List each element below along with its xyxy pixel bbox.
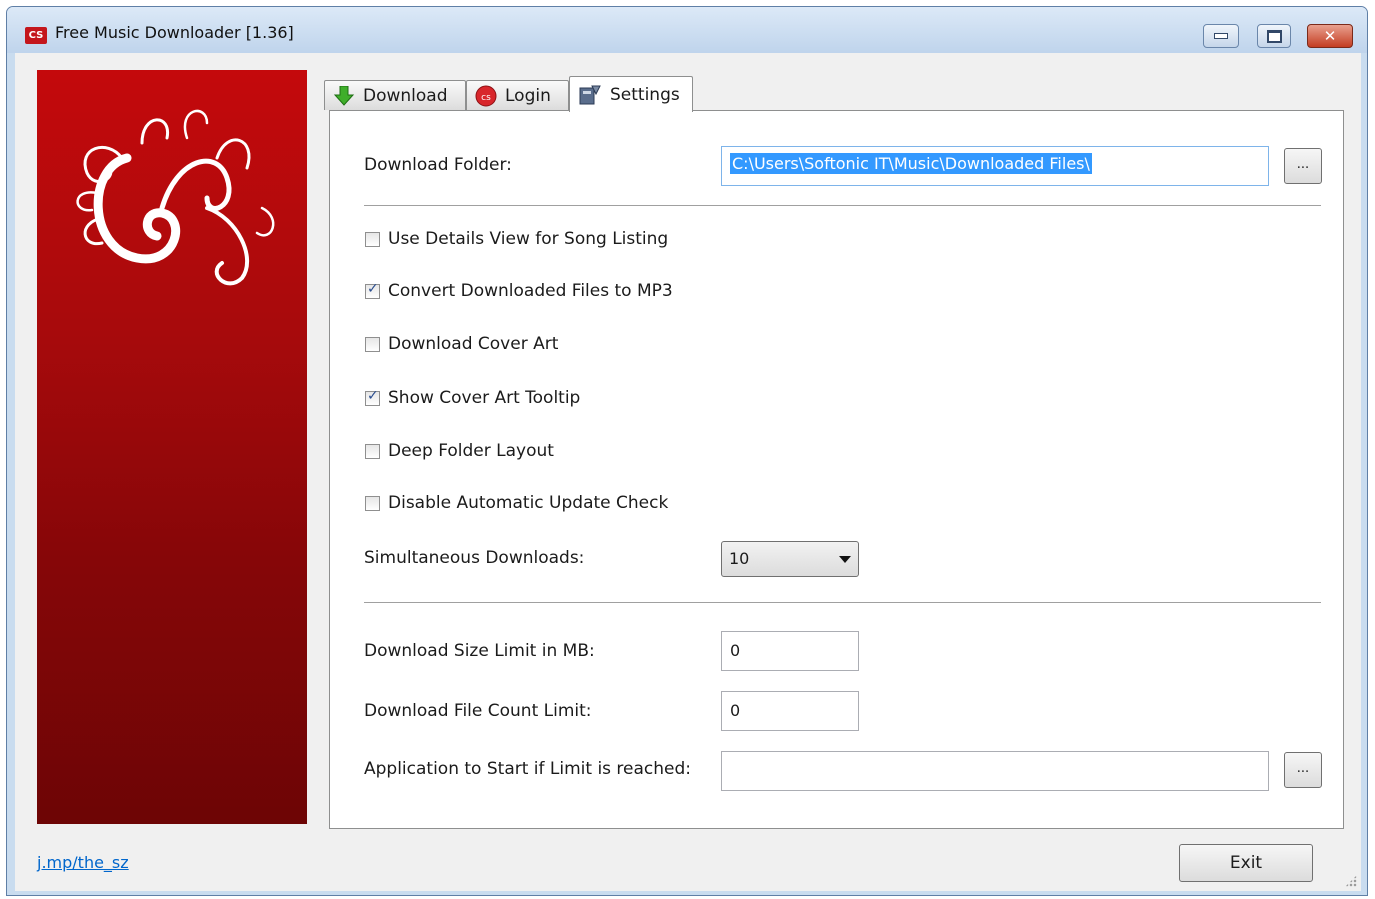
count-limit-input[interactable]: 0 xyxy=(721,691,859,731)
tab-settings[interactable]: Settings xyxy=(569,76,693,112)
separator xyxy=(364,602,1321,604)
resize-grip-icon[interactable] xyxy=(1345,875,1357,887)
checkbox-deep-folder[interactable]: Deep Folder Layout xyxy=(365,441,554,461)
settings-panel: Download Folder: C:\Users\Softonic IT\Mu… xyxy=(329,110,1344,829)
checkbox-label: Use Details View for Song Listing xyxy=(388,229,669,249)
tab-download[interactable]: Download xyxy=(324,80,466,110)
checkbox-label: Download Cover Art xyxy=(388,334,559,354)
size-limit-input[interactable]: 0 xyxy=(721,631,859,671)
settings-icon xyxy=(579,85,601,104)
svg-text:cs: cs xyxy=(481,93,491,103)
checkbox-disable-update[interactable]: Disable Automatic Update Check xyxy=(365,493,668,513)
minimize-button[interactable] xyxy=(1203,24,1239,48)
browse-folder-button[interactable]: ... xyxy=(1284,148,1322,184)
checkbox-box[interactable] xyxy=(365,495,380,511)
checkbox-box[interactable] xyxy=(365,281,380,299)
minimize-icon xyxy=(1214,33,1228,39)
exit-button[interactable]: Exit xyxy=(1179,844,1313,882)
checkbox-label: Deep Folder Layout xyxy=(388,441,554,461)
checkbox-label: Disable Automatic Update Check xyxy=(388,493,669,513)
browse-app-button[interactable]: ... xyxy=(1284,752,1322,788)
simultaneous-downloads-label: Simultaneous Downloads: xyxy=(364,548,585,568)
checkbox-cover-art[interactable]: Download Cover Art xyxy=(365,334,558,354)
checkbox-box[interactable] xyxy=(365,443,380,459)
tab-login[interactable]: cs Login xyxy=(466,80,569,110)
checkbox-box[interactable] xyxy=(365,336,380,352)
checkbox-box[interactable] xyxy=(365,388,380,406)
checkbox-details-view[interactable]: Use Details View for Song Listing xyxy=(365,229,668,249)
simultaneous-downloads-value: 10 xyxy=(729,549,750,568)
download-folder-input[interactable]: C:\Users\Softonic IT\Music\Downloaded Fi… xyxy=(721,146,1269,186)
checkbox-convert-mp3[interactable]: Convert Downloaded Files to MP3 xyxy=(365,281,673,301)
close-button[interactable]: ✕ xyxy=(1307,24,1353,48)
website-link[interactable]: j.mp/the_sz xyxy=(37,853,129,872)
download-arrow-icon xyxy=(333,85,355,106)
login-icon: cs xyxy=(475,85,497,106)
download-folder-value: C:\Users\Softonic IT\Music\Downloaded Fi… xyxy=(730,153,1092,174)
count-limit-label: Download File Count Limit: xyxy=(364,701,592,721)
window-title: Free Music Downloader [1.36] xyxy=(55,23,294,42)
checkbox-label: Show Cover Art Tooltip xyxy=(388,388,581,408)
checkbox-label: Convert Downloaded Files to MP3 xyxy=(388,281,673,301)
client-area: Download cs Login Settings Download Fold… xyxy=(15,53,1361,891)
app-start-label: Application to Start if Limit is reached… xyxy=(364,759,692,779)
app-start-input[interactable] xyxy=(721,751,1269,791)
tab-download-label: Download xyxy=(363,85,448,106)
tab-settings-label: Settings xyxy=(610,84,680,105)
title-bar[interactable]: CS Free Music Downloader [1.36] ✕ xyxy=(7,7,1367,53)
separator xyxy=(364,205,1321,207)
app-logo-icon[interactable]: CS xyxy=(25,27,47,44)
size-limit-label: Download Size Limit in MB: xyxy=(364,641,595,661)
maximize-button[interactable] xyxy=(1257,24,1291,48)
chevron-down-icon xyxy=(839,556,851,563)
checkbox-cover-art-tooltip[interactable]: Show Cover Art Tooltip xyxy=(365,388,580,408)
checkbox-box[interactable] xyxy=(365,231,380,247)
brand-banner xyxy=(37,70,307,824)
app-window: CS Free Music Downloader [1.36] ✕ Downlo… xyxy=(6,6,1368,896)
download-folder-label: Download Folder: xyxy=(364,155,512,175)
close-icon: ✕ xyxy=(1323,26,1337,45)
maximize-icon xyxy=(1266,29,1282,43)
simultaneous-downloads-select[interactable]: 10 xyxy=(721,541,859,577)
tab-login-label: Login xyxy=(505,85,551,106)
swirl-logo-icon xyxy=(76,109,275,286)
